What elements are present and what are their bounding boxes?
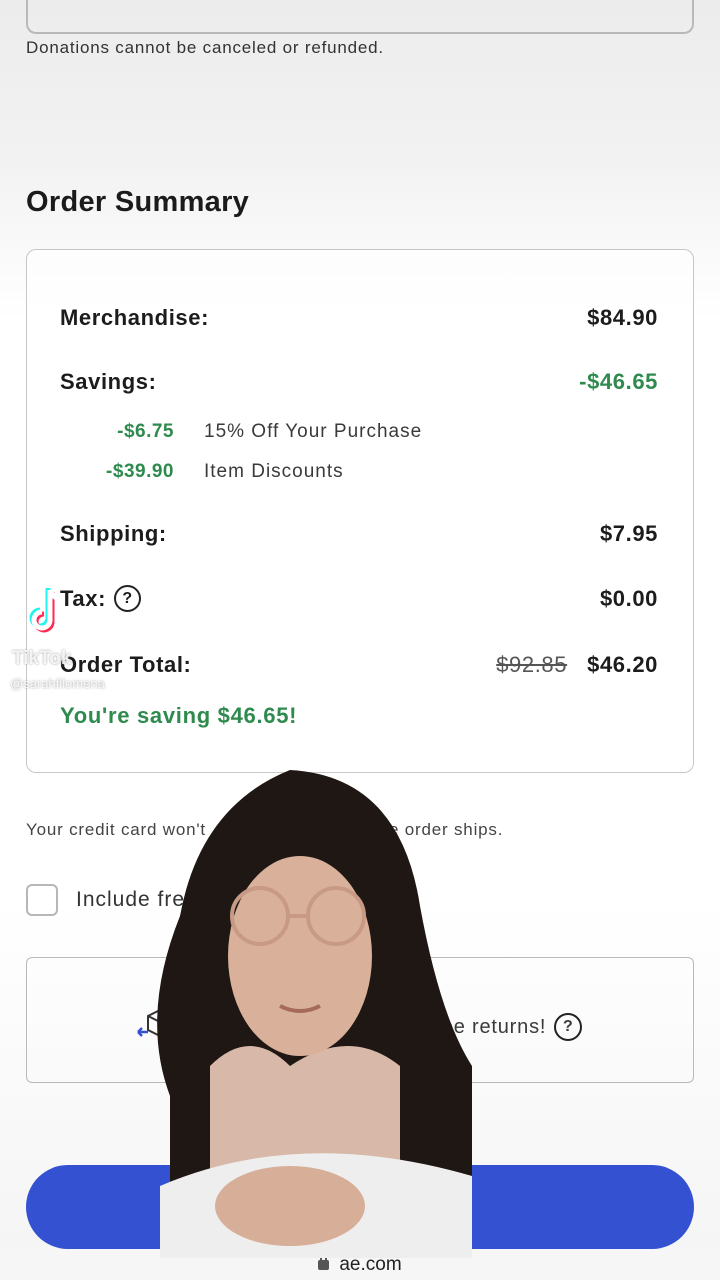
savings-label: Savings: — [60, 369, 157, 394]
tax-label-group: Tax: ? — [60, 585, 142, 612]
tax-row: Tax: ? $0.00 — [60, 585, 658, 612]
tiktok-logo-icon — [29, 588, 65, 633]
savings-breakdown-item: -$39.90 Item Discounts — [60, 461, 344, 483]
order-summary-title: Order Summary — [26, 186, 250, 218]
donation-note: Donations cannot be canceled or refunded… — [26, 38, 384, 57]
order-total-label: Order Total: — [60, 652, 192, 677]
include-free-checkbox[interactable] — [26, 884, 58, 916]
shipping-row: Shipping: $7.95 — [60, 521, 658, 547]
donation-input-box[interactable] — [26, 0, 694, 34]
discount-description: 15% Off Your Purchase — [204, 421, 423, 442]
order-total-values: $92.85 $46.20 — [496, 652, 658, 678]
tiktok-watermark-brand: TikTok — [12, 648, 72, 669]
help-icon[interactable]: ? — [554, 1013, 583, 1041]
creator-video-overlay — [157, 770, 472, 1258]
saving-message: You're saving $46.65! — [60, 703, 298, 728]
order-total-row: Order Total: $92.85 $46.20 — [60, 652, 658, 678]
merchandise-value: $84.90 — [587, 305, 658, 330]
discount-description: Item Discounts — [204, 461, 344, 482]
discount-amount: -$39.90 — [106, 461, 174, 482]
tax-value: $0.00 — [599, 585, 658, 611]
original-total: $92.85 — [496, 652, 568, 677]
shipping-label: Shipping: — [60, 521, 167, 546]
savings-value: -$46.65 — [579, 369, 658, 394]
savings-row: Savings: -$46.65 — [60, 369, 658, 395]
merchandise-label: Merchandise: — [60, 305, 210, 330]
savings-breakdown-item: -$6.75 15% Off Your Purchase — [60, 421, 422, 443]
order-total-value: $46.20 — [587, 652, 658, 677]
shipping-value: $7.95 — [599, 521, 658, 546]
merchandise-row: Merchandise: $84.90 — [60, 305, 658, 331]
help-icon[interactable]: ? — [114, 585, 142, 612]
lock-icon — [318, 1254, 330, 1270]
tiktok-watermark-user: @sarahfilomena — [10, 676, 105, 691]
discount-amount: -$6.75 — [117, 421, 174, 442]
